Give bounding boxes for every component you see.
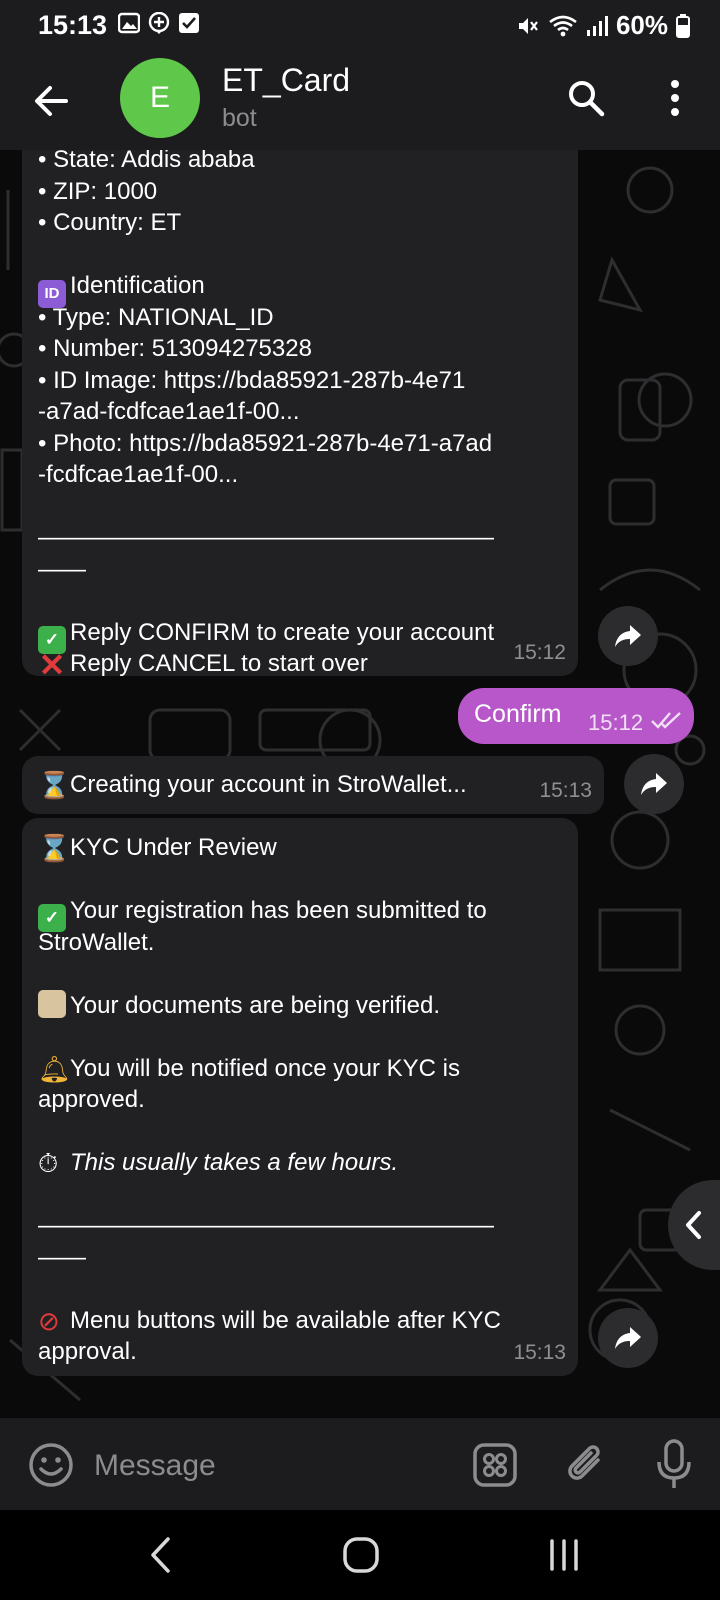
- nav-home-icon[interactable]: [342, 1536, 380, 1574]
- status-time: 15:13: [38, 10, 108, 40]
- chat-subtitle: bot: [222, 104, 257, 132]
- message-line: • ZIP: 1000: [38, 177, 158, 205]
- forward-icon: [641, 773, 667, 795]
- incoming-message[interactable]: ⌛KYC Under Review ✓ Your registration has…: [22, 818, 578, 1376]
- status-bar: 15:13 60%: [0, 0, 720, 50]
- message-line: 🔔︎You will be notified once your KYC is: [38, 1053, 460, 1084]
- message-line: ⊘ Menu buttons will be available after KY…: [38, 1305, 501, 1336]
- chat-area[interactable]: • State: Addis ababa • ZIP: 1000 • Count…: [0, 150, 720, 1418]
- more-vert-icon[interactable]: [660, 76, 690, 120]
- message-text: Confirm: [474, 700, 562, 728]
- message-line: [38, 958, 578, 990]
- divider-line: ———————————————————: [38, 524, 494, 551]
- message-line: ⏱ This usually takes a few hours.: [38, 1148, 399, 1178]
- divider-line: ——: [38, 555, 86, 583]
- nav-back-icon[interactable]: [146, 1535, 176, 1575]
- message-line: StroWallet.: [38, 928, 155, 956]
- microphone-icon[interactable]: [654, 1438, 694, 1492]
- search-icon[interactable]: [566, 78, 606, 118]
- message-line: [38, 1179, 578, 1211]
- message-line: ID Identification: [38, 270, 578, 308]
- forward-icon: [615, 1327, 641, 1349]
- cross-mark-icon: ✕: [38, 647, 66, 683]
- outgoing-message[interactable]: Confirm 15:12: [458, 688, 694, 744]
- gallery-icon: [118, 12, 140, 34]
- check-box-icon: [179, 13, 199, 33]
- forward-button[interactable]: [598, 1308, 658, 1368]
- divider-line: ——: [38, 1243, 86, 1271]
- battery-icon: [676, 13, 690, 38]
- message-line: [38, 239, 578, 271]
- system-navigation-bar: [0, 1510, 720, 1600]
- read-receipt-icon: [651, 712, 681, 729]
- signal-icon: [586, 15, 608, 36]
- mute-icon: [518, 17, 538, 34]
- clipboard-icon: [38, 989, 66, 1018]
- bot-menu-icon[interactable]: [472, 1442, 518, 1488]
- prohibited-icon: ⊘: [38, 1305, 60, 1336]
- message-line: ✓ Reply CONFIRM to create your account: [38, 617, 578, 654]
- message-line: [38, 1021, 578, 1053]
- message-line: approved.: [38, 1086, 145, 1113]
- emoji-icon[interactable]: [28, 1442, 74, 1488]
- chat-title[interactable]: ET_Card: [222, 62, 350, 99]
- message-time: 15:13: [539, 778, 592, 802]
- message-line: • Type: NATIONAL_ID: [38, 303, 274, 331]
- hourglass-icon: ⌛: [38, 770, 71, 800]
- back-arrow-icon[interactable]: [30, 80, 72, 122]
- bell-icon: 🔔︎: [38, 1053, 72, 1084]
- incoming-message[interactable]: ⌛Creating your account in StroWallet... …: [22, 756, 604, 814]
- message-line: [38, 1273, 578, 1305]
- message-line: ⌛Creating your account in StroWallet...: [38, 770, 467, 800]
- message-line: -a7ad-fcdfcae1ae1f-00...: [38, 398, 300, 425]
- message-line: ✓ Your registration has been submitted to: [38, 895, 578, 932]
- chat-header: E ET_Card bot: [0, 50, 720, 150]
- forward-icon: [615, 625, 641, 647]
- message-line: -fcdfcae1ae1f-00...: [38, 461, 239, 488]
- attach-icon[interactable]: [564, 1440, 610, 1490]
- nav-recent-apps-icon[interactable]: [546, 1538, 582, 1572]
- message-composer: [0, 1418, 720, 1510]
- stopwatch-icon: ⏱: [38, 1148, 59, 1178]
- divider-line: ———————————————————: [38, 1212, 494, 1239]
- avatar[interactable]: E: [120, 58, 200, 138]
- message-line: approval.: [38, 1338, 137, 1365]
- add-circle-icon: [148, 12, 170, 34]
- hourglass-icon: ⌛: [38, 833, 71, 863]
- message-line: [38, 585, 578, 617]
- message-line: ⌛KYC Under Review: [38, 833, 277, 863]
- message-line: ✕ Reply CANCEL to start over: [38, 647, 368, 683]
- message-line: • Number: 513094275328: [38, 335, 312, 362]
- message-line: • Photo: https://bda85921-287b-4e71-a7ad: [38, 429, 493, 457]
- message-line: • Country: ET: [38, 209, 182, 236]
- chevron-left-icon: [686, 1211, 701, 1239]
- incoming-message[interactable]: • State: Addis ababa • ZIP: 1000 • Count…: [22, 150, 578, 681]
- message-line: Your documents are being verified.: [38, 989, 578, 1022]
- message-line: • State: Addis ababa: [38, 150, 255, 173]
- message-time: 15:12: [588, 710, 644, 735]
- wifi-icon: [549, 15, 577, 36]
- message-line: [38, 864, 578, 896]
- message-line: • ID Image: https://bda85921-287b-4e71: [38, 366, 466, 394]
- message-line: [38, 1116, 578, 1148]
- battery-percent: 60%: [615, 10, 668, 40]
- message-line: [38, 491, 578, 523]
- forward-button[interactable]: [598, 606, 658, 666]
- forward-button[interactable]: [624, 754, 684, 814]
- message-time: 15:12: [513, 640, 566, 664]
- message-input[interactable]: [92, 1440, 436, 1492]
- message-time: 15:13: [513, 1340, 566, 1364]
